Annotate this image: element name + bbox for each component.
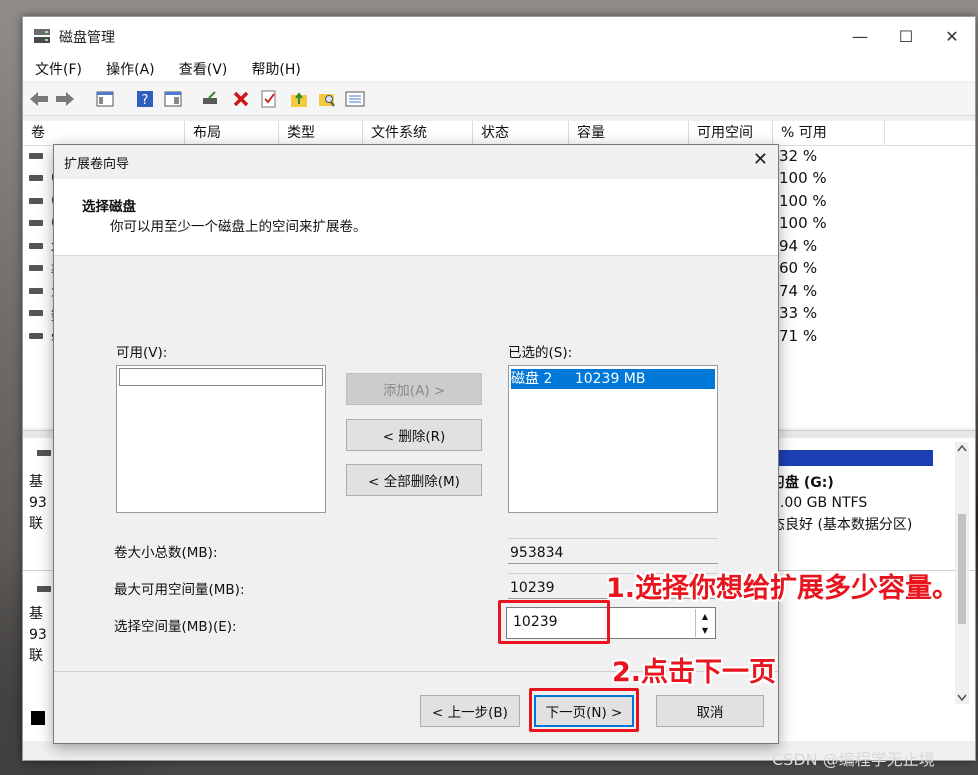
watermark: CSDN @编程学无止境 [772, 750, 935, 769]
selected-label: 已选的(S): [508, 345, 573, 361]
disk-a-info[interactable]: 基 93 联 [29, 472, 47, 535]
total-size-field: 953834 [508, 538, 718, 564]
drive-icon [29, 333, 43, 339]
col-capacity[interactable]: 容量 [569, 121, 689, 145]
drive-icon [29, 243, 43, 249]
title-bar: 磁盘管理 — ☐ ✕ [23, 17, 975, 55]
legend-unallocated-swatch [31, 711, 45, 725]
wizard-heading: 选择磁盘 [82, 199, 136, 215]
maximize-button[interactable]: ☐ [883, 17, 929, 55]
dialog-close-button[interactable]: ✕ [753, 149, 768, 170]
drive-icon [29, 288, 43, 294]
total-size-label: 卷大小总数(MB): [114, 545, 218, 561]
drive-icon [29, 265, 43, 271]
list-focus-item[interactable] [119, 368, 323, 386]
drive-icon [37, 450, 51, 456]
menu-file[interactable]: 文件(F) [35, 55, 82, 79]
highlight-next-button [529, 688, 639, 732]
available-disks-list[interactable] [116, 365, 326, 513]
selected-disk-item[interactable]: 磁盘 2 10239 MB [511, 369, 715, 389]
cancel-button[interactable]: 取消 [656, 695, 764, 727]
highlight-select-space [498, 600, 610, 644]
console-tree-icon[interactable] [95, 89, 115, 109]
menu-action[interactable]: 操作(A) [106, 55, 155, 79]
annotation-step2: 2.点击下一页 [612, 657, 777, 688]
spin-up-icon[interactable]: ▲ [695, 609, 714, 623]
check-properties-icon[interactable] [259, 89, 279, 109]
menu-help[interactable]: 帮助(H) [251, 55, 300, 79]
remove-button[interactable]: < 删除(R) [346, 419, 482, 451]
available-label: 可用(V): [116, 345, 168, 361]
annotation-step1: 1.选择你想给扩展多少容量。 [606, 573, 960, 604]
list-view-icon[interactable] [345, 89, 365, 109]
wizard-subheading: 你可以用至少一个磁盘上的空间来扩展卷。 [110, 219, 367, 235]
selected-disks-list[interactable]: 磁盘 2 10239 MB [508, 365, 718, 513]
drive-icon [37, 586, 51, 592]
svg-text:?: ? [142, 93, 149, 108]
volume-list-header: 卷 布局 类型 文件系统 状态 容量 可用空间 % 可用 [23, 121, 975, 146]
drive-icon [29, 198, 43, 204]
partition-g[interactable]: 习盘 (G:) 8.00 GB NTFS 态良好 (基本数据分区) [771, 450, 933, 570]
add-button[interactable]: 添加(A) > [346, 373, 482, 405]
delete-icon[interactable] [231, 89, 251, 109]
back-button[interactable]: < 上一步(B) [420, 695, 520, 727]
col-filesystem[interactable]: 文件系统 [363, 121, 473, 145]
window-title: 磁盘管理 [59, 30, 115, 46]
remove-all-button[interactable]: < 全部删除(M) [346, 464, 482, 496]
forward-arrow-icon[interactable] [55, 89, 75, 109]
wizard-header: 选择磁盘 你可以用至少一个磁盘上的空间来扩展卷。 [54, 179, 778, 256]
help-icon[interactable]: ? [135, 89, 155, 109]
menu-bar: 文件(F) 操作(A) 查看(V) 帮助(H) [23, 55, 975, 81]
search-folder-icon[interactable] [317, 89, 337, 109]
partition-bar [771, 450, 933, 466]
menu-view[interactable]: 查看(V) [179, 55, 228, 79]
dialog-title: 扩展卷向导 [64, 157, 130, 172]
col-free-space[interactable]: 可用空间 [689, 121, 773, 145]
spin-down-icon[interactable]: ▼ [695, 623, 714, 637]
col-layout[interactable]: 布局 [185, 121, 279, 145]
back-arrow-icon[interactable] [29, 89, 49, 109]
open-folder-up-icon[interactable] [289, 89, 309, 109]
drive-icon [29, 175, 43, 181]
properties-pane-icon[interactable] [163, 89, 183, 109]
drive-icon [29, 310, 43, 316]
connect-disk-icon[interactable] [201, 89, 221, 109]
select-space-label: 选择空间量(MB)(E): [114, 619, 237, 635]
col-type[interactable]: 类型 [279, 121, 363, 145]
toolbar: ? [23, 83, 975, 116]
max-space-label: 最大可用空间量(MB): [114, 582, 245, 598]
disk-management-app-icon [34, 29, 50, 43]
col-status[interactable]: 状态 [473, 121, 569, 145]
col-free-percent[interactable]: % 可用 [773, 121, 885, 145]
drive-icon [29, 153, 43, 159]
drive-icon [29, 220, 43, 226]
disk-b-info[interactable]: 基 93 联 [29, 604, 47, 667]
close-button[interactable]: ✕ [929, 17, 975, 55]
minimize-button[interactable]: — [837, 17, 883, 55]
col-volume[interactable]: 卷 [23, 121, 185, 145]
